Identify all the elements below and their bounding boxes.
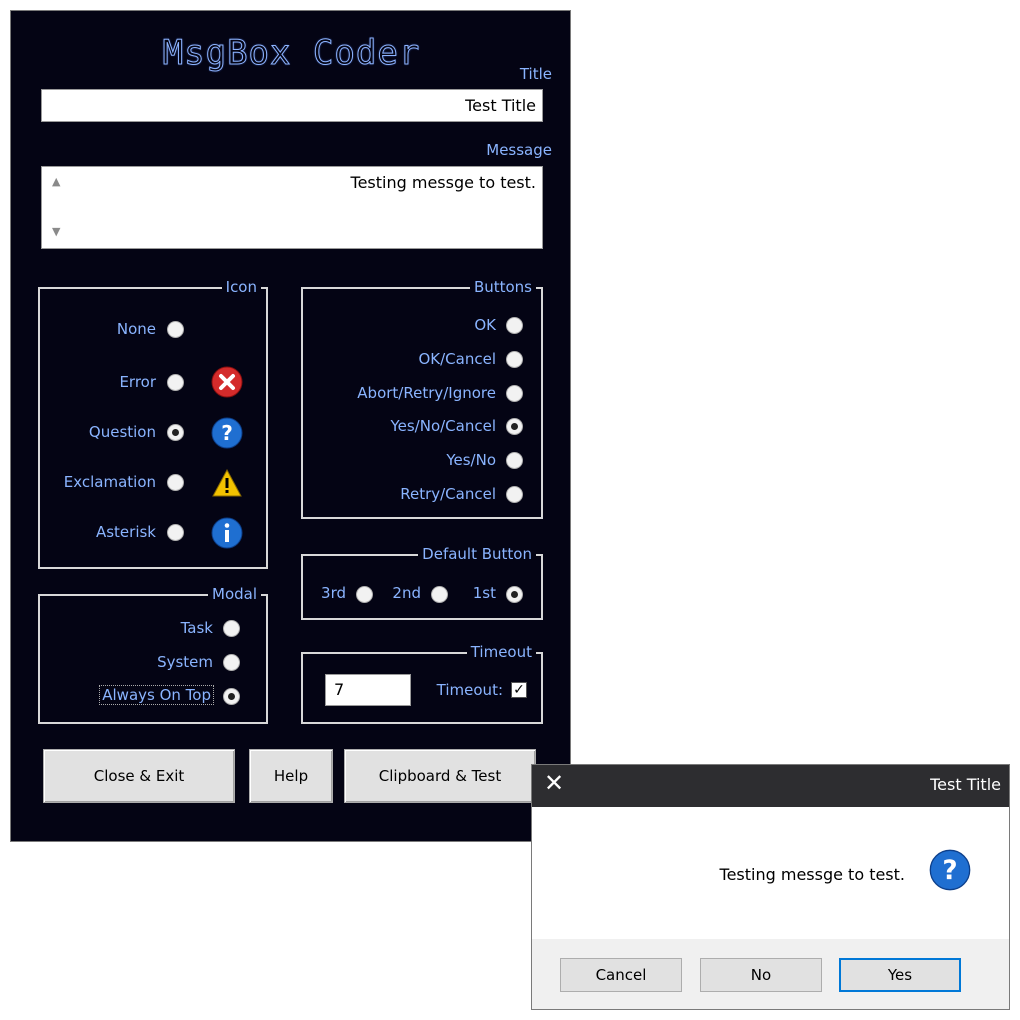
info-icon [211, 517, 243, 549]
default-button-2nd-label: 2nd [392, 584, 421, 602]
modal-option-task-radio[interactable] [223, 620, 240, 637]
default-button-1st-radio[interactable] [506, 586, 523, 603]
buttons-option-abortretryignore-label: Abort/Retry/Ignore [357, 384, 496, 402]
modal-option-alwaysontop-label: Always On Top [99, 685, 214, 705]
modal-group-legend: Modal [208, 585, 261, 603]
buttons-option-okcancel-label: OK/Cancel [418, 350, 496, 368]
svg-text:?: ? [221, 421, 233, 445]
default-button-3rd-label: 3rd [321, 584, 346, 602]
buttons-option-retrycancel-radio[interactable] [506, 486, 523, 503]
error-icon [211, 366, 243, 398]
modal-option-system-radio[interactable] [223, 654, 240, 671]
message-label: Message [486, 141, 552, 159]
icon-option-exclamation-label: Exclamation [63, 473, 156, 491]
modal-option-system-label: System [157, 653, 213, 671]
modal-option-alwaysontop-radio[interactable] [223, 688, 240, 705]
icon-option-question-radio[interactable] [167, 424, 184, 441]
timeout-input-value: 7 [334, 680, 345, 699]
timeout-checkbox[interactable]: ✓ [511, 682, 527, 698]
modal-option-task-label: Task [180, 619, 213, 637]
default-button-3rd-radio[interactable] [356, 586, 373, 603]
icon-option-asterisk-radio[interactable] [167, 524, 184, 541]
icon-option-question-label: Question [88, 423, 156, 441]
message-box-dialog: Test Title ✕ ? Testing messge to test. Y… [531, 764, 1010, 1010]
icon-option-error-label: Error [119, 373, 156, 391]
timeout-group-legend: Timeout [466, 643, 536, 661]
default-button-group-legend: Default Button [418, 545, 536, 563]
clipboard-test-button-label: Clipboard & Test [378, 767, 502, 785]
buttons-option-yesno-radio[interactable] [506, 452, 523, 469]
icon-option-asterisk-label: Asterisk [95, 523, 156, 541]
icon-option-error-radio[interactable] [167, 374, 184, 391]
default-button-group: Default Button 1st 2nd 3rd [301, 545, 543, 620]
close-icon[interactable]: ✕ [544, 769, 564, 797]
question-icon: ? [211, 417, 243, 449]
close-exit-button-label: Close & Exit [93, 767, 185, 785]
buttons-option-retrycancel-label: Retry/Cancel [400, 485, 496, 503]
default-button-2nd-radio[interactable] [431, 586, 448, 603]
dialog-no-button[interactable]: No [700, 958, 822, 992]
dialog-yes-button[interactable]: Yes [839, 958, 961, 992]
buttons-group: Buttons OK OK/Cancel Abort/Retry/Ignore … [301, 278, 543, 519]
title-input[interactable]: Test Title [41, 89, 543, 122]
buttons-option-yesnocancel-radio[interactable] [506, 418, 523, 435]
title-input-value: Test Title [465, 96, 536, 115]
icon-option-none-radio[interactable] [167, 321, 184, 338]
timeout-checkbox-label: Timeout: [436, 681, 503, 699]
dialog-message: Testing messge to test. [719, 865, 905, 884]
question-icon: ? [929, 849, 971, 891]
dialog-cancel-button-label: Cancel [595, 966, 647, 984]
message-textarea-value: Testing messge to test. [350, 173, 536, 192]
message-textarea[interactable]: Testing messge to test. ▲ ▼ [41, 166, 543, 249]
warning-icon [212, 468, 242, 497]
close-exit-button[interactable]: Close & Exit [43, 749, 235, 803]
default-button-1st-label: 1st [472, 584, 496, 602]
icon-group-legend: Icon [221, 278, 261, 296]
buttons-option-ok-radio[interactable] [506, 317, 523, 334]
dialog-cancel-button[interactable]: Cancel [560, 958, 682, 992]
msgbox-coder-window: MsgBox Coder Title Test Title Message Te… [10, 10, 571, 842]
scroll-up-icon[interactable]: ▲ [52, 175, 60, 188]
help-button[interactable]: Help [249, 749, 333, 803]
timeout-input[interactable]: 7 [325, 674, 411, 706]
help-button-label: Help [273, 767, 309, 785]
buttons-option-ok-label: OK [474, 316, 496, 334]
icon-option-exclamation-radio[interactable] [167, 474, 184, 491]
dialog-no-button-label: No [750, 966, 772, 984]
timeout-group: Timeout Timeout: ✓ 7 [301, 643, 543, 724]
dialog-yes-button-label: Yes [887, 966, 913, 984]
dialog-titlebar: Test Title ✕ [532, 765, 1009, 807]
clipboard-test-button[interactable]: Clipboard & Test [344, 749, 536, 803]
title-label: Title [519, 65, 552, 83]
icon-group: Icon None Error Question ? Exclamation A… [38, 278, 268, 569]
modal-group: Modal Task System Always On Top [38, 585, 268, 724]
app-title: MsgBox Coder [162, 33, 421, 74]
scroll-down-icon[interactable]: ▼ [52, 225, 60, 238]
buttons-option-okcancel-radio[interactable] [506, 351, 523, 368]
icon-option-none-label: None [116, 320, 156, 338]
buttons-group-legend: Buttons [469, 278, 536, 296]
buttons-option-abortretryignore-radio[interactable] [506, 385, 523, 402]
dialog-title: Test Title [930, 775, 1001, 794]
svg-text:?: ? [942, 856, 957, 886]
buttons-option-yesno-label: Yes/No [446, 451, 496, 469]
buttons-option-yesnocancel-label: Yes/No/Cancel [390, 417, 496, 435]
